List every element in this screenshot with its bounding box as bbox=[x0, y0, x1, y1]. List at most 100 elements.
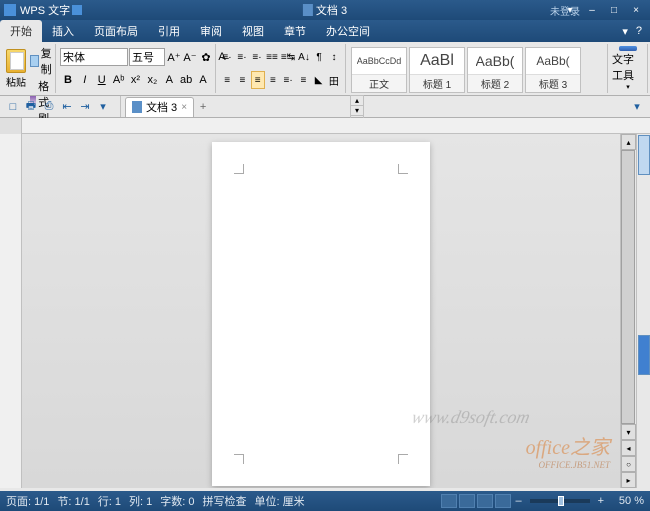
canvas-area[interactable]: www.d9soft.com office之家 OFFICE.JB51.NET bbox=[22, 134, 620, 488]
scroll-down-button[interactable]: ▾ bbox=[621, 424, 636, 440]
status-item[interactable]: 节: 1/1 bbox=[57, 493, 89, 509]
font-button[interactable]: U bbox=[94, 71, 110, 89]
paragraph-button[interactable]: ≡ bbox=[296, 71, 310, 89]
menu-tab-开始[interactable]: 开始 bbox=[0, 20, 42, 42]
paragraph-button[interactable]: ≡· bbox=[281, 71, 295, 89]
view-mode-button[interactable] bbox=[477, 494, 493, 508]
app-menu-dropdown[interactable] bbox=[72, 5, 82, 15]
style-scroll-up[interactable]: ▴ bbox=[351, 96, 363, 106]
zoom-out-button[interactable]: – bbox=[513, 495, 523, 507]
zoom-in-button[interactable]: + bbox=[596, 495, 606, 507]
maximize-button[interactable]: □ bbox=[604, 3, 624, 17]
paste-button[interactable]: 粘贴 bbox=[6, 49, 26, 89]
paragraph-button[interactable]: ≡≡ bbox=[265, 48, 279, 66]
status-item[interactable]: 字数: 0 bbox=[160, 493, 194, 509]
clipboard-group: 粘贴 剪切 复制 格式刷 bbox=[2, 44, 56, 93]
status-item[interactable]: 页面: 1/1 bbox=[6, 493, 49, 509]
scroll-track[interactable] bbox=[621, 150, 636, 424]
quick-button[interactable]: □ bbox=[4, 98, 22, 116]
paragraph-button[interactable]: ◣ bbox=[312, 71, 326, 89]
document-tab[interactable]: 文档 3 × bbox=[125, 97, 194, 117]
menu-tab-办公空间[interactable]: 办公空间 bbox=[316, 20, 380, 42]
vertical-scrollbar[interactable]: ▴ ▾ ◂ ○ ▸ bbox=[620, 134, 636, 488]
style-item[interactable]: AaBl标题 1 bbox=[409, 47, 465, 93]
menu-tab-审阅[interactable]: 审阅 bbox=[190, 20, 232, 42]
quick-button[interactable]: ▾ bbox=[94, 98, 112, 116]
view-mode-button[interactable] bbox=[441, 494, 457, 508]
view-mode-button[interactable] bbox=[495, 494, 511, 508]
status-item[interactable]: 行: 1 bbox=[98, 493, 121, 509]
margin-mark-tr bbox=[398, 164, 408, 174]
doc-title-text: 文档 3 bbox=[316, 2, 347, 18]
quick-access-bar: □🖶⎙⇤⇥▾ 文档 3 × + ▾ bbox=[0, 96, 650, 118]
minimize-button[interactable]: – bbox=[582, 3, 602, 17]
scroll-thumb[interactable] bbox=[621, 150, 635, 424]
document-page[interactable] bbox=[212, 142, 430, 486]
zoom-thumb[interactable] bbox=[558, 496, 564, 506]
font-button[interactable]: ab bbox=[178, 71, 194, 89]
side-tab[interactable] bbox=[638, 135, 650, 175]
quick-button[interactable]: ⇥ bbox=[76, 98, 94, 116]
horizontal-ruler[interactable] bbox=[0, 118, 650, 134]
zoom-value[interactable]: 50 % bbox=[608, 495, 644, 507]
quick-button[interactable]: ⎙ bbox=[40, 98, 58, 116]
vertical-ruler[interactable] bbox=[0, 134, 22, 488]
menu-tab-引用[interactable]: 引用 bbox=[148, 20, 190, 42]
zoom-slider[interactable] bbox=[530, 499, 590, 503]
browse-object-button[interactable]: ○ bbox=[621, 456, 636, 472]
paragraph-button[interactable]: ≡· bbox=[220, 48, 234, 66]
font-button[interactable]: x² bbox=[128, 71, 144, 89]
side-tab-active[interactable] bbox=[638, 335, 650, 375]
paragraph-button[interactable]: ↕ bbox=[327, 48, 341, 66]
font-button[interactable]: B bbox=[60, 71, 76, 89]
paragraph-button[interactable]: ¶ bbox=[312, 48, 326, 66]
style-item[interactable]: AaBb(标题 2 bbox=[467, 47, 523, 93]
close-button[interactable]: × bbox=[626, 3, 646, 17]
paragraph-button[interactable]: ≡ bbox=[266, 71, 280, 89]
scroll-up-button[interactable]: ▴ bbox=[621, 134, 636, 150]
login-status[interactable]: 未登录 bbox=[550, 3, 580, 18]
quick-button[interactable]: 🖶 bbox=[22, 98, 40, 116]
next-page-button[interactable]: ▸ bbox=[621, 472, 636, 488]
font-button[interactable]: Aᵇ bbox=[111, 71, 127, 89]
font-button[interactable]: A⁻ bbox=[182, 48, 198, 66]
style-scroll-down[interactable]: ▾ bbox=[351, 106, 363, 116]
paragraph-button[interactable]: ≡· bbox=[235, 48, 249, 66]
status-item[interactable]: 列: 1 bbox=[129, 493, 152, 509]
paragraph-button[interactable]: ≡ bbox=[251, 71, 265, 89]
tab-close-button[interactable]: × bbox=[181, 102, 187, 113]
paragraph-button[interactable]: ≡ bbox=[220, 71, 234, 89]
style-item[interactable]: AaBbCcDd正文 bbox=[351, 47, 407, 93]
prev-page-button[interactable]: ◂ bbox=[621, 440, 636, 456]
font-button[interactable]: ✿ bbox=[198, 48, 214, 66]
menu-tab-页面布局[interactable]: 页面布局 bbox=[84, 20, 148, 42]
help-button[interactable]: ? bbox=[636, 25, 642, 38]
status-item[interactable]: 拼写检查 bbox=[203, 493, 247, 509]
paragraph-button[interactable]: ≡↹ bbox=[280, 48, 296, 66]
paragraph-button[interactable]: 田 bbox=[327, 71, 341, 89]
style-item[interactable]: AaBb(标题 3 bbox=[525, 47, 581, 93]
watermark: office之家 bbox=[526, 431, 610, 460]
menu-dropdown[interactable]: ▾ bbox=[622, 25, 628, 38]
paragraph-button[interactable]: ≡ bbox=[235, 71, 249, 89]
status-item[interactable]: 单位: 厘米 bbox=[255, 493, 305, 509]
font-button[interactable]: A bbox=[161, 71, 177, 89]
paragraph-button[interactable]: A↓ bbox=[297, 48, 311, 66]
font-button[interactable]: I bbox=[77, 71, 93, 89]
menu-tab-插入[interactable]: 插入 bbox=[42, 20, 84, 42]
font-button[interactable]: x₂ bbox=[144, 71, 160, 89]
font-button[interactable]: A⁺ bbox=[166, 48, 182, 66]
quickbar-overflow[interactable]: ▾ bbox=[628, 98, 646, 116]
copy-button[interactable]: 复制 bbox=[28, 45, 57, 77]
text-tool-group[interactable]: 文字工具▾ bbox=[608, 44, 648, 93]
font-size-select[interactable] bbox=[129, 48, 165, 66]
menu-tab-章节[interactable]: 章节 bbox=[274, 20, 316, 42]
menu-tab-视图[interactable]: 视图 bbox=[232, 20, 274, 42]
view-mode-button[interactable] bbox=[459, 494, 475, 508]
quick-button[interactable]: ⇤ bbox=[58, 98, 76, 116]
paragraph-button[interactable]: ≡· bbox=[250, 48, 264, 66]
font-button[interactable]: A bbox=[195, 71, 211, 89]
new-tab-button[interactable]: + bbox=[194, 101, 212, 113]
font-name-select[interactable] bbox=[60, 48, 128, 66]
margin-mark-tl bbox=[234, 164, 244, 174]
